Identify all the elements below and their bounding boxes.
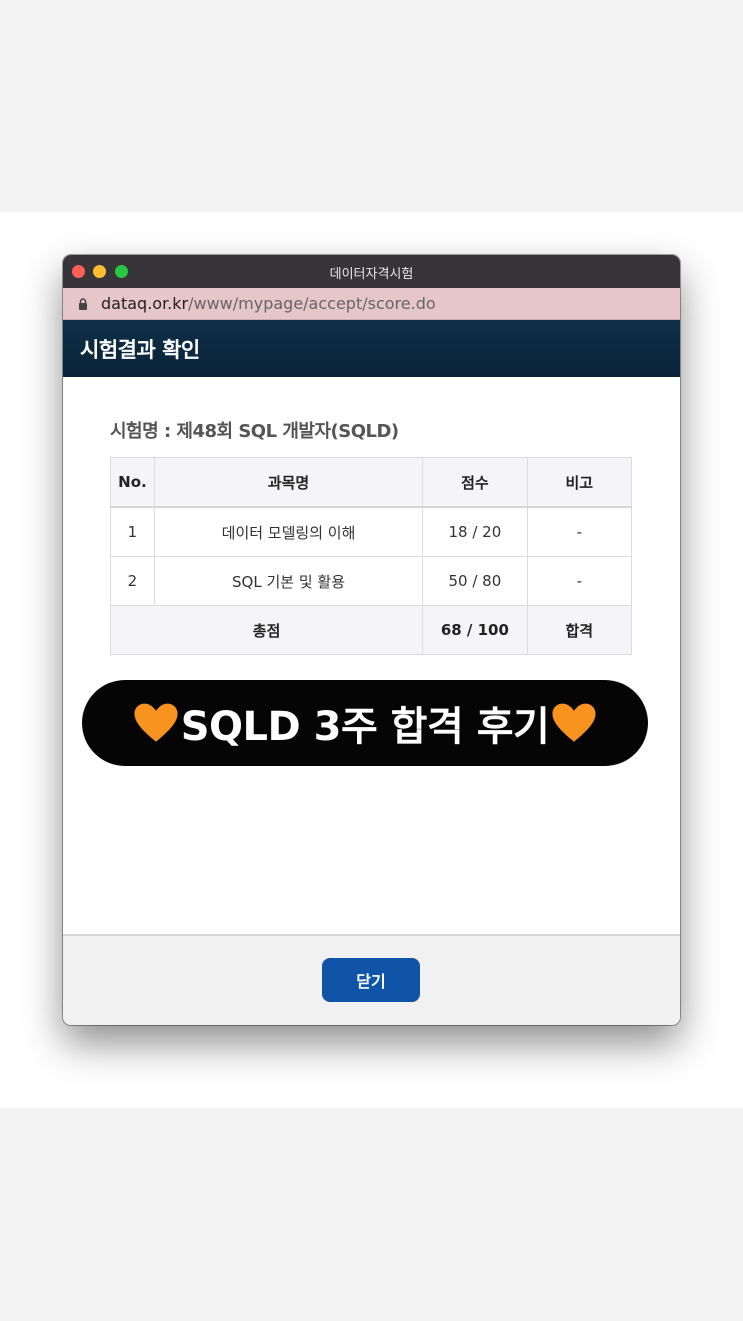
page-header: 시험결과 확인 (63, 320, 680, 377)
column-header-note: 비고 (526, 457, 633, 508)
total-row: 총점 68 / 100 합격 (109, 605, 633, 655)
row-note: - (526, 556, 633, 606)
total-label: 총점 (109, 605, 424, 655)
lock-icon (79, 298, 87, 310)
row-subject: SQL 기본 및 활용 (153, 556, 424, 606)
column-header-no: No. (110, 457, 155, 508)
orange-heart-icon (134, 703, 178, 742)
table-row: 1 데이터 모델링의 이해 18 / 20 - (110, 506, 633, 557)
window-titlebar: 데이터자격시험 (63, 255, 680, 288)
orange-heart-icon (552, 703, 596, 742)
row-note: - (526, 506, 633, 557)
column-header-subject: 과목명 (153, 457, 424, 508)
row-score: 50 / 80 (422, 556, 528, 606)
row-no: 1 (110, 506, 155, 557)
address-bar[interactable]: dataq.or.kr/www/mypage/accept/score.do (63, 288, 680, 320)
browser-window: 데이터자격시험 dataq.or.kr/www/mypage/accept/sc… (63, 255, 680, 1025)
exam-name: 시험명 : 제48회 SQL 개발자(SQLD) (110, 421, 399, 442)
close-button[interactable]: 닫기 (322, 958, 420, 1002)
table-row: 2 SQL 기본 및 활용 50 / 80 - (110, 556, 633, 606)
dialog-footer: 닫기 (63, 934, 680, 1025)
total-score: 68 / 100 (422, 605, 528, 655)
url-text[interactable]: dataq.or.kr/www/mypage/accept/score.do (101, 294, 436, 313)
page-title: 시험결과 확인 (80, 338, 200, 362)
row-score: 18 / 20 (422, 506, 528, 557)
title-banner: SQLD 3주 합격 후기 (82, 680, 648, 766)
score-table: No. 과목명 점수 비고 1 데이터 모델링의 이해 18 / 20 - 2 … (109, 457, 633, 655)
banner-text: SQLD 3주 합격 후기 (180, 704, 550, 750)
url-path: /www/mypage/accept/score.do (188, 294, 436, 313)
url-host: dataq.or.kr (101, 294, 189, 313)
row-no: 2 (110, 556, 155, 606)
column-header-score: 점수 (422, 457, 528, 508)
total-result: 합격 (526, 605, 633, 655)
window-title: 데이터자격시험 (329, 267, 414, 282)
row-subject: 데이터 모델링의 이해 (153, 506, 424, 557)
table-header-row: No. 과목명 점수 비고 (110, 457, 633, 508)
